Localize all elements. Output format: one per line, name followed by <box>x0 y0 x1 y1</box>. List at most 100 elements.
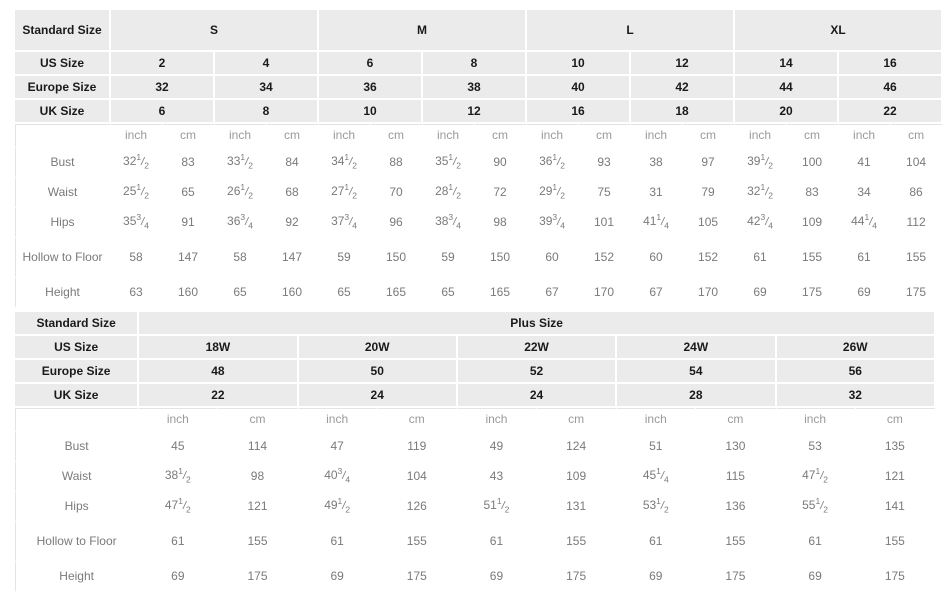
plus-unit-row: inch cm inch cm inch cm inch cm inch cm <box>15 408 936 432</box>
row-label-europe-size: Europe Size <box>15 360 140 384</box>
measurement-cell: 115 <box>696 462 777 492</box>
measurement-label-waist: Waist <box>15 462 140 492</box>
measurement-cell: 69 <box>298 562 378 592</box>
measurement-cell: 92 <box>267 208 320 238</box>
measurement-cell: 65 <box>163 178 215 208</box>
us-size-value: 14 <box>735 52 840 76</box>
measurement-cell: 155 <box>218 522 299 562</box>
measurement-cell: 105 <box>683 208 736 238</box>
measurement-cell: 130 <box>696 432 777 462</box>
measurement-cell: 41 <box>839 148 892 178</box>
measurement-label-bust: Bust <box>15 148 111 178</box>
standard-unit-row: inch cm inch cm inch cm inch cm inch cm … <box>15 124 944 148</box>
uk-size-value: 6 <box>111 100 215 124</box>
unit-cell: cm <box>475 124 528 148</box>
unit-cell: cm <box>683 124 736 148</box>
unit-cell: cm <box>787 124 840 148</box>
measurement-label-hips: Hips <box>15 492 140 522</box>
row-label-us-size: US Size <box>15 52 111 76</box>
unit-cell: cm <box>855 408 936 432</box>
measurement-cell: 97 <box>683 148 736 178</box>
measurement-cell: 175 <box>696 562 777 592</box>
us-size-value: 26W <box>776 336 936 360</box>
measurement-label-hollow-to-floor: Hollow to Floor <box>15 238 111 278</box>
plus-europe-size-row: Europe Size 48 50 52 54 56 <box>15 360 936 384</box>
measurement-cell: 251/2 <box>111 178 163 208</box>
unit-cell: inch <box>527 124 580 148</box>
measurement-cell: 155 <box>787 238 840 278</box>
unit-cell: cm <box>163 124 215 148</box>
standard-group-row: Standard Size S M L XL <box>15 10 944 52</box>
measurement-cell: 160 <box>163 278 215 308</box>
measurement-cell: 381/2 <box>139 462 219 492</box>
measurement-cell: 61 <box>457 522 538 562</box>
us-size-value: 24W <box>617 336 777 360</box>
measurement-cell: 69 <box>776 562 856 592</box>
us-size-value: 20W <box>298 336 458 360</box>
measurement-cell: 112 <box>891 208 944 238</box>
europe-size-value: 36 <box>319 76 424 100</box>
standard-size-table: Standard Size S M L XL US Size 2 4 6 8 1… <box>15 10 944 308</box>
europe-size-value: 44 <box>735 76 840 100</box>
measurement-cell: 165 <box>475 278 528 308</box>
measurement-cell: 155 <box>696 522 777 562</box>
measurement-cell: 93 <box>579 148 632 178</box>
measurement-cell: 100 <box>787 148 840 178</box>
europe-size-value: 56 <box>776 360 936 384</box>
measurement-cell: 155 <box>537 522 618 562</box>
measurement-cell: 75 <box>579 178 632 208</box>
table-row: Hollow to Floor 61 155 61 155 61 155 61 … <box>15 522 936 562</box>
measurement-cell: 411/4 <box>631 208 684 238</box>
unit-cell: inch <box>631 124 684 148</box>
plus-us-size-row: US Size 18W 20W 22W 24W 26W <box>15 336 936 360</box>
measurement-cell: 261/2 <box>215 178 267 208</box>
measurement-cell: 471/2 <box>139 492 219 522</box>
measurement-cell: 72 <box>475 178 528 208</box>
measurement-cell: 136 <box>696 492 777 522</box>
uk-size-value: 24 <box>457 384 618 408</box>
measurement-cell: 383/4 <box>423 208 476 238</box>
measurement-cell: 321/2 <box>111 148 163 178</box>
unit-cell: inch <box>319 124 372 148</box>
uk-size-value: 8 <box>215 100 320 124</box>
measurement-cell: 175 <box>891 278 944 308</box>
measurement-cell: 61 <box>776 522 856 562</box>
unit-row-corner <box>15 124 111 148</box>
measurement-cell: 150 <box>475 238 528 278</box>
measurement-cell: 341/2 <box>319 148 372 178</box>
measurement-cell: 69 <box>139 562 219 592</box>
measurement-cell: 114 <box>218 432 299 462</box>
measurement-cell: 79 <box>683 178 736 208</box>
measurement-cell: 45 <box>139 432 219 462</box>
us-size-value: 4 <box>215 52 320 76</box>
unit-cell: cm <box>696 408 777 432</box>
measurement-cell: 67 <box>631 278 684 308</box>
standard-size-body: Standard Size S M L XL US Size 2 4 6 8 1… <box>15 10 944 308</box>
measurement-cell: 69 <box>457 562 538 592</box>
uk-size-value: 20 <box>735 100 840 124</box>
plus-corner-label: Standard Size <box>15 312 140 336</box>
row-label-us-size: US Size <box>15 336 140 360</box>
measurement-cell: 90 <box>475 148 528 178</box>
measurement-cell: 65 <box>319 278 372 308</box>
measurement-cell: 135 <box>855 432 936 462</box>
measurement-cell: 160 <box>267 278 320 308</box>
table-row: Waist 251/2 65 261/2 68 271/2 70 281/2 7… <box>15 178 944 208</box>
measurement-cell: 101 <box>579 208 632 238</box>
europe-size-value: 42 <box>631 76 736 100</box>
measurement-cell: 61 <box>617 522 697 562</box>
standard-europe-size-row: Europe Size 32 34 36 38 40 42 44 46 <box>15 76 944 100</box>
measurement-cell: 423/4 <box>735 208 788 238</box>
measurement-cell: 175 <box>537 562 618 592</box>
measurement-cell: 59 <box>319 238 372 278</box>
measurement-cell: 131 <box>537 492 618 522</box>
measurement-cell: 34 <box>839 178 892 208</box>
measurement-cell: 291/2 <box>527 178 580 208</box>
table-row: Hollow to Floor 58 147 58 147 59 150 59 … <box>15 238 944 278</box>
measurement-cell: 271/2 <box>319 178 372 208</box>
measurement-cell: 170 <box>683 278 736 308</box>
measurement-cell: 124 <box>537 432 618 462</box>
us-size-value: 2 <box>111 52 215 76</box>
measurement-cell: 61 <box>298 522 378 562</box>
plus-size-body: Standard Size Plus Size US Size 18W 20W … <box>15 312 936 592</box>
